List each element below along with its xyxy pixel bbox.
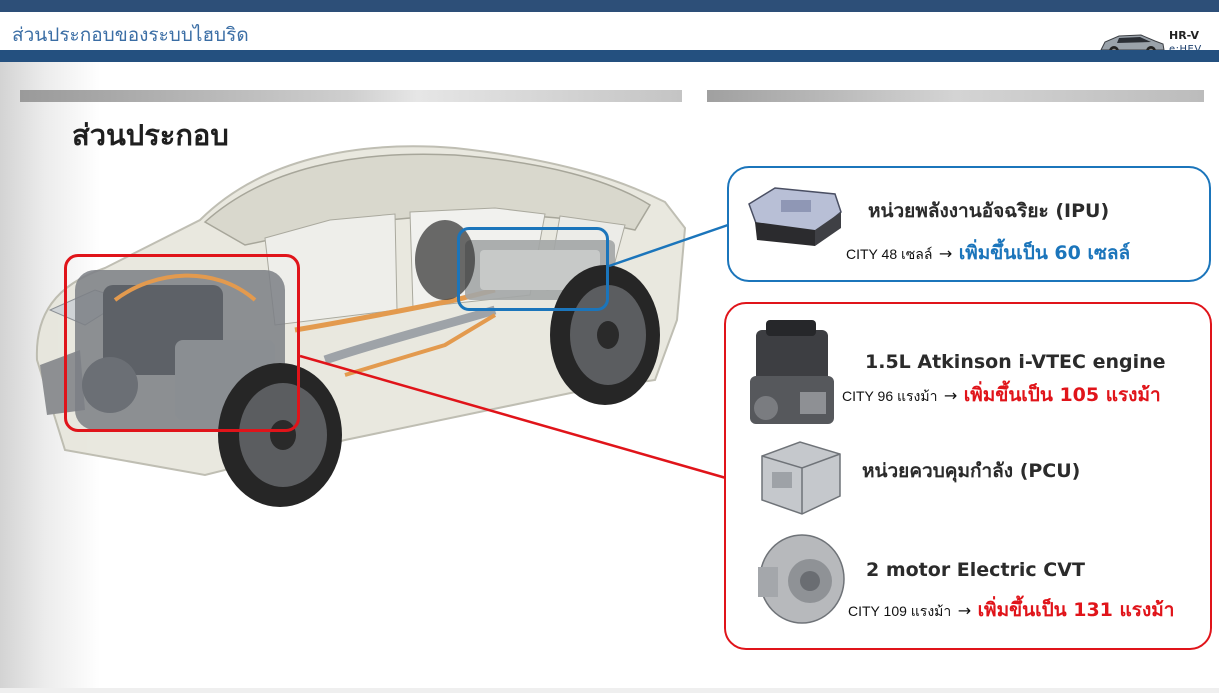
engine-new-value: เพิ่มขึ้นเป็น 105 แรงม้า [963, 384, 1161, 406]
pcu-icon [761, 441, 841, 515]
engine-icon [750, 320, 834, 424]
cvt-spec-line: CITY 109 แรงม้า → เพิ่มขึ้นเป็น 131 แรงม… [848, 595, 1174, 625]
cvt-icon [758, 534, 845, 624]
sub-band [0, 50, 1219, 62]
engine-highlight-box [64, 254, 300, 432]
ipu-icon [748, 187, 842, 246]
right-divider-bar [707, 90, 1204, 102]
engine-title: 1.5L Atkinson i-VTEC engine [865, 351, 1166, 373]
battery-highlight-box [457, 227, 609, 311]
page-title: ส่วนประกอบของระบบไฮบริด [12, 24, 249, 46]
ipu-arrow: → [938, 244, 953, 263]
pcu-title: หน่วยควบคุมกำลัง (PCU) [862, 460, 1081, 482]
cvt-old-value: CITY 109 แรงม้า [848, 603, 952, 619]
header: ส่วนประกอบของระบบไฮบริด HR-V e:HEV [0, 12, 1219, 56]
engine-arrow: → [943, 386, 958, 405]
left-divider-bar [20, 90, 682, 102]
section-title: ส่วนประกอบ [72, 118, 229, 152]
ipu-old-value: CITY 48 เซลล์ [846, 246, 933, 262]
cvt-new-value: เพิ่มขึ้นเป็น 131 แรงม้า [977, 599, 1175, 621]
engine-old-value: CITY 96 แรงม้า [842, 388, 938, 404]
ipu-title: หน่วยพลังงานอัจฉริยะ (IPU) [868, 200, 1110, 222]
cvt-title: 2 motor Electric CVT [866, 559, 1085, 581]
engine-spec-line: CITY 96 แรงม้า → เพิ่มขึ้นเป็น 105 แรงม้… [842, 380, 1161, 410]
ipu-new-value: เพิ่มขึ้นเป็น 60 เซลล์ [958, 242, 1131, 264]
bottom-line [0, 688, 1219, 693]
ipu-spec-line: CITY 48 เซลล์ → เพิ่มขึ้นเป็น 60 เซลล์ [846, 238, 1130, 268]
logo-model-text: HR-V [1169, 29, 1199, 42]
cvt-arrow: → [957, 601, 972, 620]
top-band [0, 0, 1219, 12]
